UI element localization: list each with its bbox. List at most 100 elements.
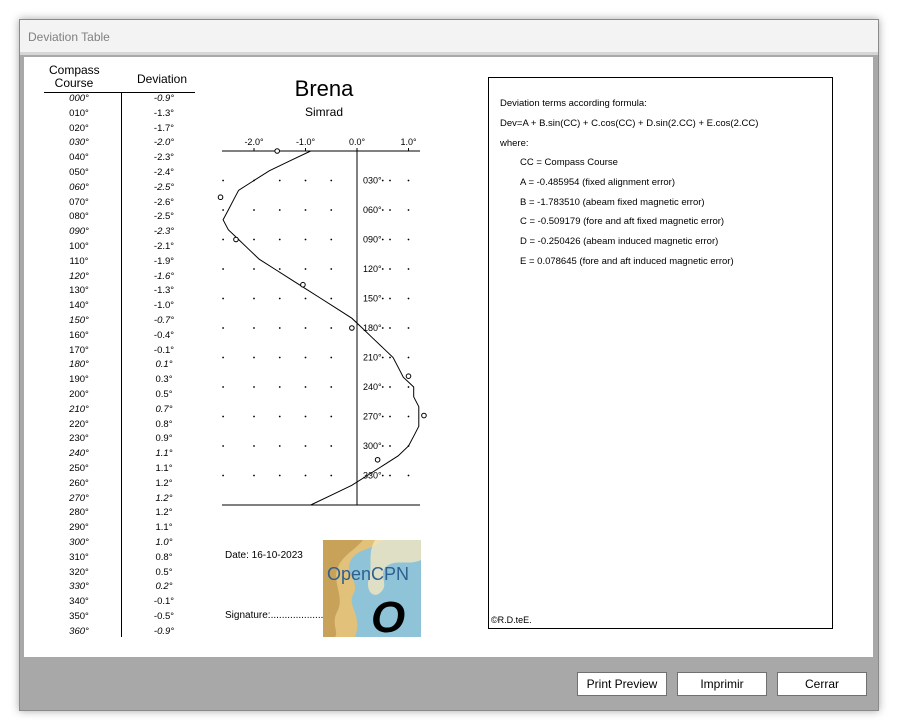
deviation-cell: 1.0° bbox=[155, 537, 173, 548]
y-tick-marker bbox=[389, 297, 391, 300]
grid-dot bbox=[278, 386, 281, 388]
formula-line-e: E = 0.078645 (fore and aft induced magne… bbox=[520, 256, 734, 267]
formula-line-a: A = -0.485954 (fixed alignment error) bbox=[520, 177, 675, 188]
formula-line-intro: Deviation terms according formula: bbox=[500, 98, 647, 109]
chart-x-ticks: -2.0° -1.0° 0.0° 1.0° bbox=[244, 137, 417, 151]
y-tick-label: 090° bbox=[363, 235, 382, 245]
column-divider bbox=[121, 92, 122, 637]
grid-dot bbox=[330, 356, 333, 359]
compass-course-cell: 110° bbox=[69, 255, 89, 267]
grid-dot bbox=[278, 474, 281, 477]
y-tick-label: 120° bbox=[363, 264, 382, 274]
formula-box: Deviation terms according formula: Dev=A… bbox=[488, 77, 833, 629]
grid-dot bbox=[407, 238, 410, 241]
y-tick-marker bbox=[389, 445, 391, 447]
deviation-cell: 1.1° bbox=[155, 522, 173, 534]
grid-dot bbox=[304, 268, 307, 270]
deviation-cell: -0.9° bbox=[153, 625, 175, 637]
grid-dot bbox=[381, 474, 384, 477]
observed-point bbox=[405, 373, 412, 379]
grid-dot bbox=[222, 297, 224, 300]
y-tick-marker bbox=[389, 415, 391, 418]
compass-course-cell: 020° bbox=[69, 122, 89, 134]
print-preview-button[interactable]: Print Preview bbox=[577, 672, 667, 696]
deviation-cell: -2.3° bbox=[153, 152, 175, 164]
deviation-cell: -0.5° bbox=[153, 611, 175, 622]
grid-dot bbox=[407, 474, 410, 477]
compass-course-cell: 100° bbox=[69, 241, 89, 252]
grid-dot bbox=[253, 356, 255, 359]
grid-dot bbox=[222, 356, 224, 359]
grid-dot bbox=[278, 356, 281, 359]
compass-course-cell: 280° bbox=[69, 507, 89, 519]
grid-dot bbox=[381, 268, 384, 270]
grid-dot bbox=[253, 415, 255, 418]
grid-dot bbox=[253, 268, 255, 270]
observed-point bbox=[217, 194, 224, 201]
deviation-cell: 0.1° bbox=[155, 359, 173, 371]
grid-dot bbox=[304, 297, 307, 300]
grid-dot bbox=[304, 474, 307, 477]
deviation-cell: -0.1° bbox=[153, 344, 175, 356]
deviation-cell: -2.1° bbox=[153, 241, 175, 252]
close-button[interactable]: Cerrar bbox=[777, 672, 867, 696]
grid-dot bbox=[304, 386, 307, 388]
compass-course-cell: 300° bbox=[69, 537, 89, 548]
deviation-cell: -1.0° bbox=[153, 300, 175, 312]
deviation-cell: -1.3° bbox=[153, 285, 175, 297]
grid-dot bbox=[253, 327, 255, 329]
deviation-cell: 1.1° bbox=[155, 448, 173, 460]
compass-course-cell: 340° bbox=[69, 596, 89, 608]
grid-dot bbox=[381, 445, 384, 447]
observed-point bbox=[374, 456, 381, 463]
grid-dot bbox=[407, 268, 410, 270]
grid-dot bbox=[278, 415, 281, 418]
grid-dot bbox=[330, 445, 333, 447]
deviation-cell: 1.2° bbox=[155, 477, 173, 489]
compass-course-cell: 060° bbox=[69, 181, 89, 193]
grid-dot bbox=[222, 445, 224, 447]
compass-course-cell: 150° bbox=[69, 315, 89, 326]
grid-dot bbox=[381, 297, 384, 300]
compass-course-cell: 190° bbox=[69, 374, 89, 386]
compass-course-cell: 260° bbox=[69, 477, 89, 489]
window-title: Deviation Table bbox=[28, 30, 110, 44]
grid-dot bbox=[278, 445, 281, 447]
observed-points bbox=[217, 148, 427, 463]
deviation-cell: 0.9° bbox=[155, 433, 173, 445]
deviation-cell: -2.5° bbox=[153, 211, 175, 223]
grid-dot bbox=[330, 179, 333, 182]
grid-dot bbox=[278, 297, 281, 300]
observed-point bbox=[233, 236, 239, 243]
compass-course-cell: 140° bbox=[69, 300, 89, 312]
grid-dot bbox=[381, 327, 384, 329]
grid-dot bbox=[381, 179, 384, 182]
deviation-cell: 1.1° bbox=[155, 463, 173, 474]
grid-dot bbox=[304, 209, 307, 211]
grid-dot bbox=[253, 474, 255, 477]
grid-dot bbox=[407, 356, 410, 359]
compass-course-cell: 250° bbox=[69, 463, 89, 474]
grid-dot bbox=[330, 297, 333, 300]
grid-dot bbox=[407, 415, 410, 418]
deviation-curve-chart: -2.0° -1.0° 0.0° 1.0° 030° 060° 090° 120° 150° 1… bbox=[217, 137, 427, 506]
deviation-cell: 0.5° bbox=[155, 389, 173, 400]
compass-course-cell: 170° bbox=[69, 344, 89, 356]
grid-dot bbox=[381, 356, 384, 359]
title-bar[interactable]: Deviation Table bbox=[20, 20, 878, 52]
grid-dot bbox=[253, 297, 255, 300]
deviation-cell: -2.4° bbox=[153, 167, 175, 178]
deviation-cell: -1.7° bbox=[153, 122, 175, 134]
grid-dot bbox=[330, 238, 333, 241]
logo-text: OpenCPN bbox=[327, 564, 409, 584]
observed-point bbox=[300, 281, 306, 288]
compass-course-cell: 310° bbox=[69, 551, 89, 563]
deviation-cell: 1.2° bbox=[155, 507, 173, 519]
print-button[interactable]: Imprimir bbox=[677, 672, 767, 696]
y-tick-marker bbox=[389, 327, 391, 329]
formula-line-equation: Dev=A + B.sin(CC) + C.cos(CC) + D.sin(2.… bbox=[500, 118, 759, 129]
grid-dot bbox=[407, 327, 410, 329]
deviation-cell: -2.5° bbox=[153, 181, 175, 193]
compass-course-cell: 120° bbox=[69, 270, 89, 282]
logo-letter: O bbox=[371, 593, 405, 637]
